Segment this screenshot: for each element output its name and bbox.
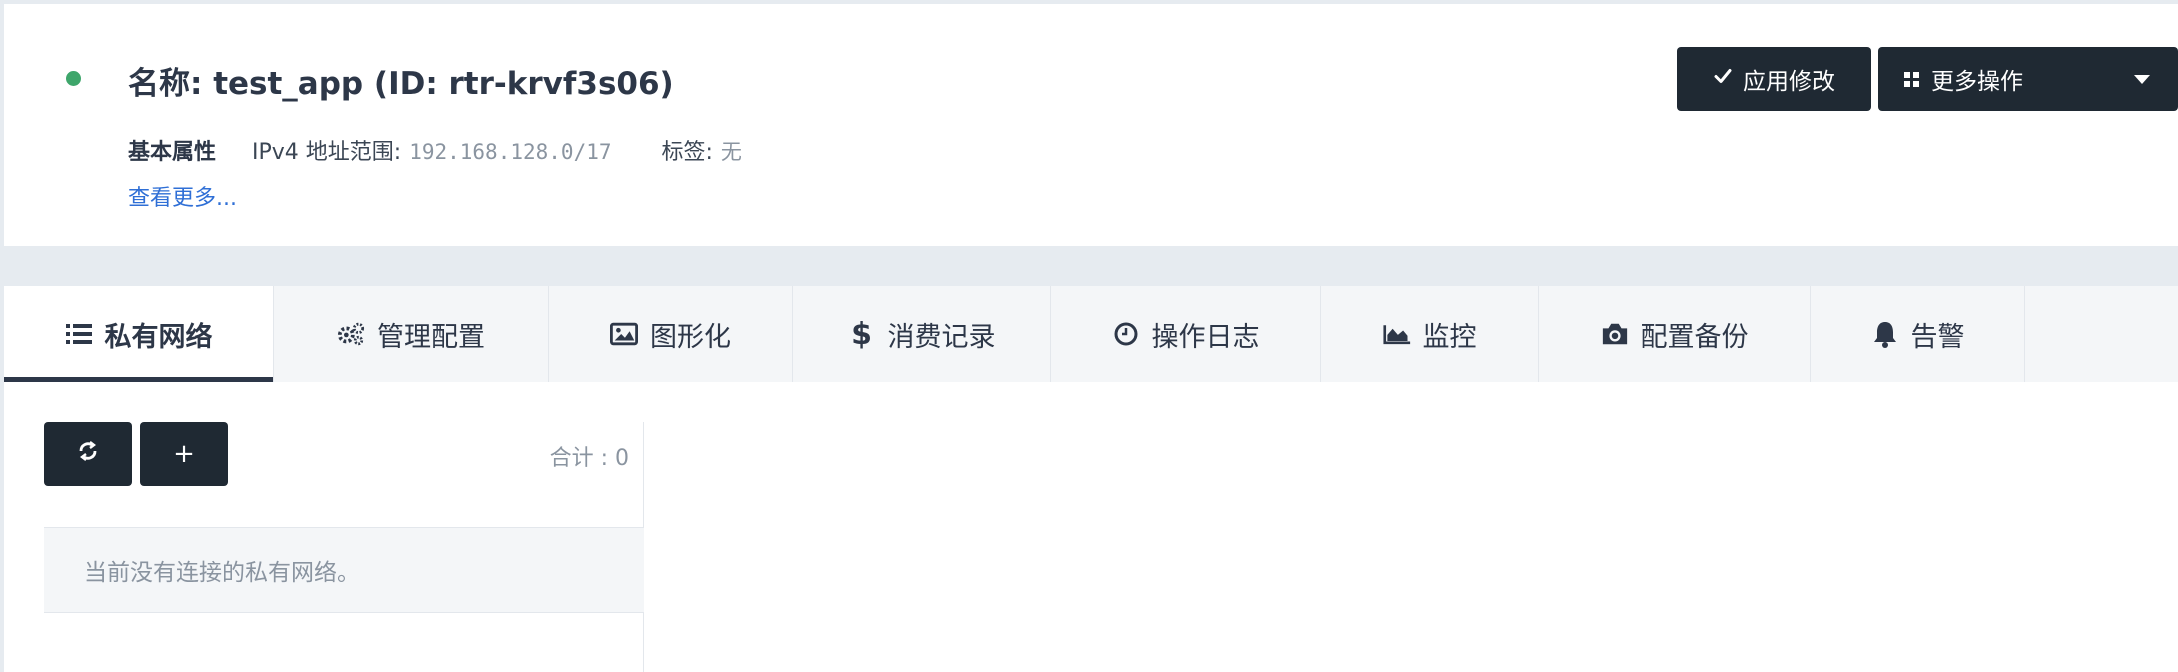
area-chart-icon [1382,320,1411,348]
tab-label: 操作日志 [1151,321,1260,353]
more-actions-label: 更多操作 [1931,69,2023,95]
refresh-icon [77,439,99,469]
total-count: 合计 : 0 [549,446,629,471]
tab-label: 告警 [1910,321,1965,353]
ipv4-label: IPv4 地址范围: [252,140,402,165]
apply-changes-label: 应用修改 [1743,69,1835,95]
tab-private-network[interactable]: 私有网络 [4,286,274,382]
refresh-button[interactable] [44,422,132,486]
tab-label: 消费记录 [887,321,996,353]
tab-monitoring[interactable]: 监控 [1321,286,1539,382]
tab-label: 配置备份 [1640,321,1749,353]
private-network-panel: + 合计 : 0 当前没有连接的私有网络。 [44,422,644,672]
tab-content: + 合计 : 0 当前没有连接的私有网络。 [4,382,2178,672]
tab-alarms[interactable]: 告警 [1811,286,2025,382]
camera-icon [1601,320,1629,348]
tab-bar-filler [2025,286,2178,382]
tab-label: 监控 [1422,321,1477,353]
section-label: 基本属性 [128,140,217,165]
apply-changes-button[interactable]: 应用修改 [1677,47,1871,111]
tab-management-config[interactable]: 管理配置 [274,286,549,382]
clock-icon [1112,320,1140,348]
dollar-icon: $ [851,316,872,352]
page-title: 名称: test_app (ID: rtr-krvf3s06) [128,66,674,102]
tab-operation-log[interactable]: 操作日志 [1051,286,1321,382]
image-icon [610,320,638,348]
tab-bar: 私有网络 管理配置 图形化 $ 消费记录 操作日志 监控 配置备份 告警 [4,286,2178,382]
tags-label: 标签: [661,140,713,165]
tab-config-backup[interactable]: 配置备份 [1539,286,1811,382]
check-icon [1713,66,1733,92]
list-icon [65,320,93,348]
add-network-button[interactable]: + [140,422,228,486]
tab-label: 私有网络 [104,321,213,353]
bell-icon [1871,320,1899,348]
gears-icon [337,320,365,348]
grid-icon [1904,71,1919,87]
tab-billing-records[interactable]: $ 消费记录 [793,286,1051,382]
caret-down-icon [2134,75,2150,84]
ipv4-value: 192.168.128.0/17 [409,140,612,164]
see-more-link[interactable]: 查看更多... [128,180,237,212]
more-actions-dropdown[interactable]: 更多操作 [1878,47,2178,111]
tags-value: 无 [720,140,742,164]
basic-properties: 基本属性 IPv4 地址范围: 192.168.128.0/17 标签: 无 [128,134,742,166]
tab-label: 图形化 [650,321,731,353]
resource-header: 名称: test_app (ID: rtr-krvf3s06) 基本属性 IPv… [4,4,2178,246]
status-indicator [66,71,81,86]
tab-label: 管理配置 [377,321,485,353]
empty-state-message: 当前没有连接的私有网络。 [44,527,644,613]
tab-graphical[interactable]: 图形化 [549,286,793,382]
